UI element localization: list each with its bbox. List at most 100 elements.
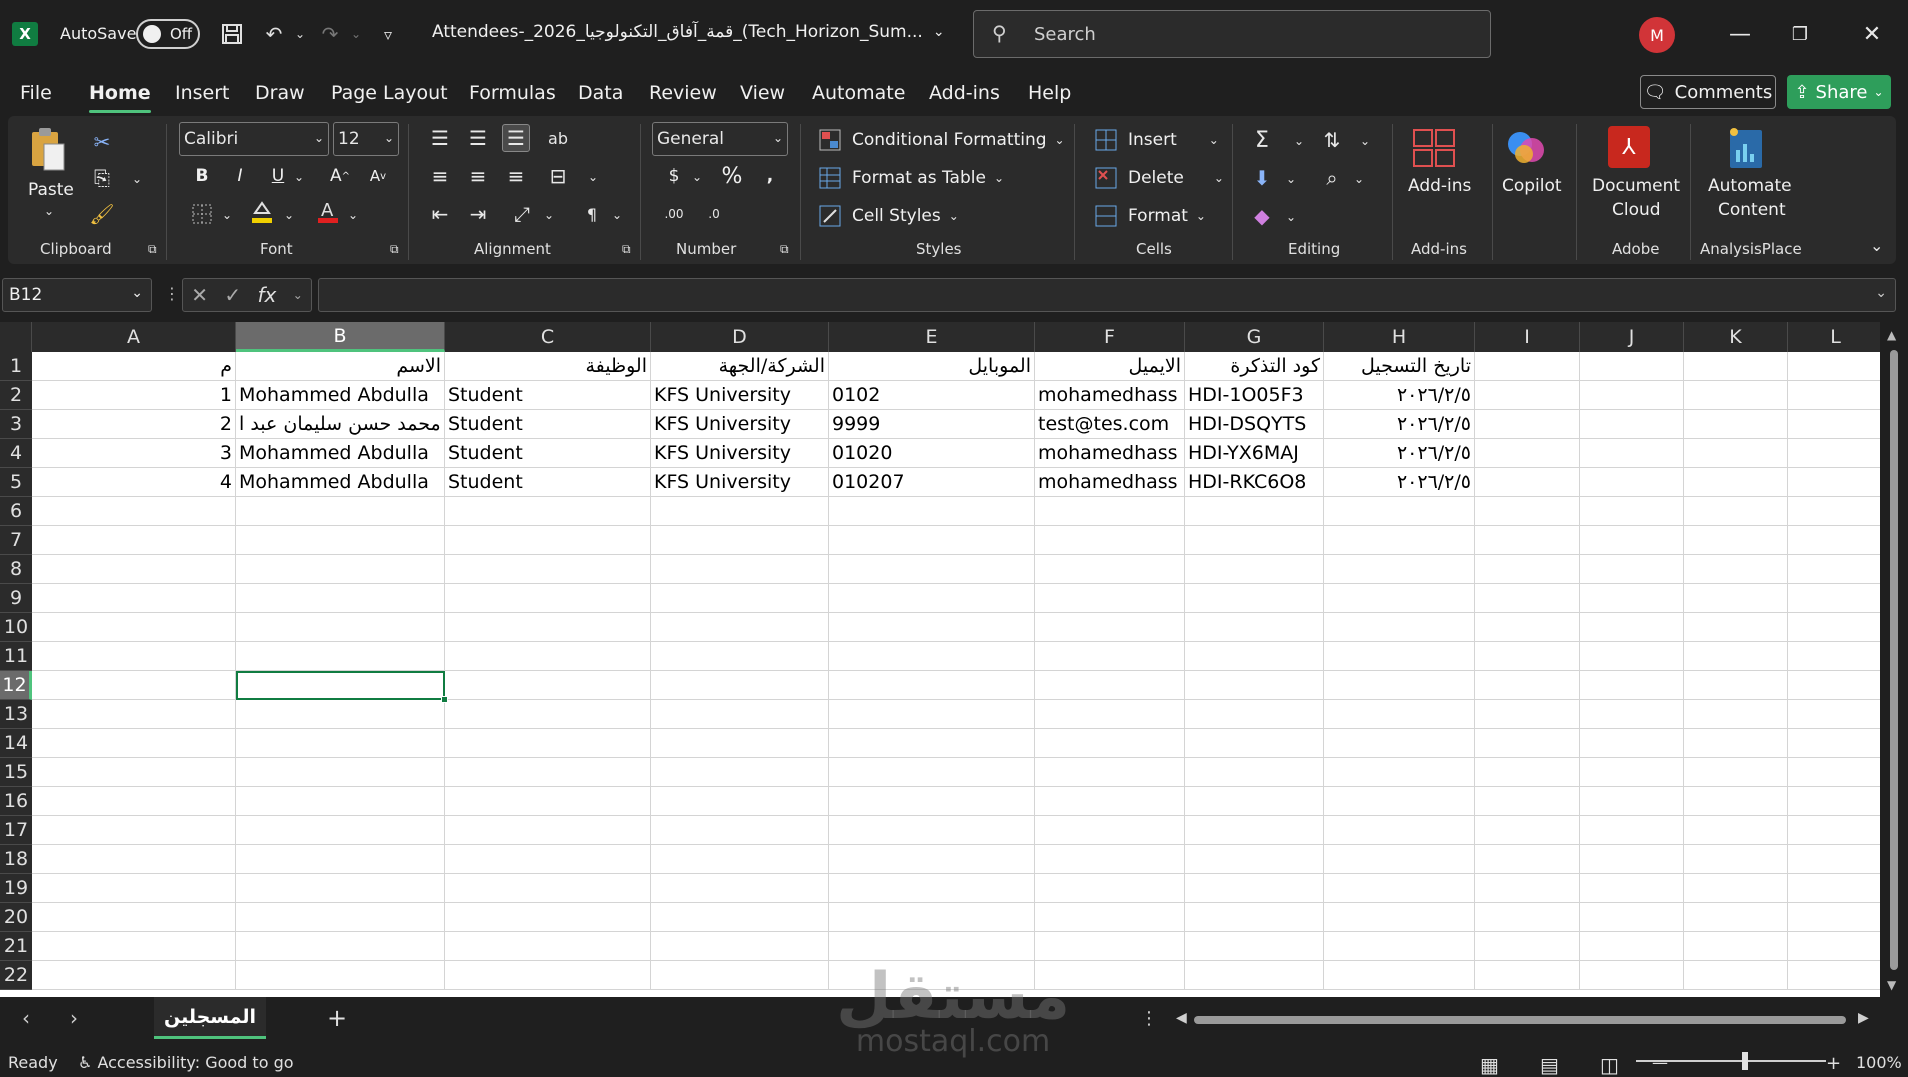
cell-b11[interactable] [236,642,445,671]
cell-g22[interactable] [1185,961,1324,990]
cell-h9[interactable] [1324,584,1475,613]
cell-d21[interactable] [651,932,829,961]
cell-l18[interactable] [1788,845,1880,874]
formula-input[interactable]: ⌄ [318,278,1896,312]
column-header-a[interactable]: A [32,322,236,352]
cell-d12[interactable] [651,671,829,700]
row-header-20[interactable]: 20 [0,903,32,932]
increase-decimal-icon[interactable]: .00 [660,200,688,228]
cell-i5[interactable] [1475,468,1580,497]
chevron-down-icon[interactable]: ⌄ [1294,134,1304,148]
tab-data[interactable]: Data [578,82,623,104]
more-sheets-icon[interactable]: ⋮ [1140,1008,1158,1029]
minimize-icon[interactable]: — [1720,16,1760,52]
cell-l6[interactable] [1788,497,1880,526]
row-header-16[interactable]: 16 [0,787,32,816]
zoom-out-icon[interactable]: — [1652,1053,1668,1072]
chevron-down-icon[interactable]: ⌄ [612,208,622,222]
cell-j8[interactable] [1580,555,1684,584]
chevron-down-icon[interactable]: ⌄ [293,288,303,302]
cell-f4[interactable]: mohamedhass [1035,439,1185,468]
cell-k18[interactable] [1684,845,1788,874]
cell-h2[interactable]: ٢٠٢٦/٢/٥ [1324,381,1475,410]
vertical-scroll-thumb[interactable] [1890,350,1898,970]
cell-a12[interactable] [32,671,236,700]
row-header-8[interactable]: 8 [0,555,32,584]
format-as-table-button[interactable]: Format as Table ⌄ [816,164,1004,192]
tab-help[interactable]: Help [1028,82,1071,104]
select-all-corner[interactable] [0,322,32,352]
font-color-icon[interactable]: A [314,198,342,226]
cell-h8[interactable] [1324,555,1475,584]
automate-content-label-2[interactable]: Content [1718,200,1786,220]
sheet-next-icon[interactable]: › [70,1006,78,1030]
add-sheet-icon[interactable]: + [327,1004,347,1032]
zoom-slider[interactable] [1636,1060,1826,1062]
cell-c13[interactable] [445,700,651,729]
cell-d18[interactable] [651,845,829,874]
cell-b14[interactable] [236,729,445,758]
cell-e12[interactable] [829,671,1035,700]
automate-content-icon[interactable] [1726,126,1766,170]
cell-g9[interactable] [1185,584,1324,613]
zoom-level[interactable]: 100% [1856,1053,1902,1072]
chevron-down-icon[interactable]: ⌄ [1286,210,1296,224]
cell-c7[interactable] [445,526,651,555]
cell-e22[interactable] [829,961,1035,990]
cell-k2[interactable] [1684,381,1788,410]
text-direction-icon[interactable]: ¶ [578,200,606,228]
cell-f10[interactable] [1035,613,1185,642]
cell-a1[interactable]: م [32,352,236,381]
cell-c11[interactable] [445,642,651,671]
cell-i18[interactable] [1475,845,1580,874]
cell-d20[interactable] [651,903,829,932]
cancel-icon[interactable]: ✕ [191,283,208,307]
decrease-decimal-icon[interactable]: .0 [700,200,728,228]
cell-j4[interactable] [1580,439,1684,468]
cell-c3[interactable]: Student [445,410,651,439]
align-bottom-icon[interactable]: ☰ [502,124,530,152]
cell-g17[interactable] [1185,816,1324,845]
underline-icon[interactable]: U [264,162,292,190]
cell-e14[interactable] [829,729,1035,758]
cell-b15[interactable] [236,758,445,787]
cell-f7[interactable] [1035,526,1185,555]
cell-i22[interactable] [1475,961,1580,990]
paste-icon[interactable] [28,126,68,174]
cell-f13[interactable] [1035,700,1185,729]
cell-l22[interactable] [1788,961,1880,990]
copilot-icon[interactable] [1504,128,1548,168]
tab-review[interactable]: Review [649,82,717,104]
cell-i3[interactable] [1475,410,1580,439]
row-header-6[interactable]: 6 [0,497,32,526]
cell-e16[interactable] [829,787,1035,816]
cell-g2[interactable]: HDI-1O05F3 [1185,381,1324,410]
chevron-down-icon[interactable]: ⌄ [1354,172,1364,186]
cell-g6[interactable] [1185,497,1324,526]
cell-d5[interactable]: KFS University [651,468,829,497]
row-header-14[interactable]: 14 [0,729,32,758]
cell-k5[interactable] [1684,468,1788,497]
cell-b13[interactable] [236,700,445,729]
cell-k15[interactable] [1684,758,1788,787]
cell-g1[interactable]: كود التذكرة [1185,352,1324,381]
cell-g15[interactable] [1185,758,1324,787]
cell-j6[interactable] [1580,497,1684,526]
page-layout-view-icon[interactable]: ▤ [1540,1053,1559,1077]
cell-h12[interactable] [1324,671,1475,700]
fill-color-icon[interactable] [248,198,276,226]
cell-b5[interactable]: Mohammed Abdulla [236,468,445,497]
cell-a9[interactable] [32,584,236,613]
row-header-21[interactable]: 21 [0,932,32,961]
cell-i6[interactable] [1475,497,1580,526]
cell-j2[interactable] [1580,381,1684,410]
align-top-icon[interactable]: ☰ [426,124,454,152]
cell-j10[interactable] [1580,613,1684,642]
cell-g4[interactable]: HDI-YX6MAJ [1185,439,1324,468]
scroll-right-icon[interactable]: ▶ [1858,1010,1869,1026]
close-icon[interactable]: ✕ [1852,16,1892,52]
cell-f15[interactable] [1035,758,1185,787]
cell-h19[interactable] [1324,874,1475,903]
clear-icon[interactable]: ◆ [1248,202,1276,230]
column-header-h[interactable]: H [1324,322,1475,352]
